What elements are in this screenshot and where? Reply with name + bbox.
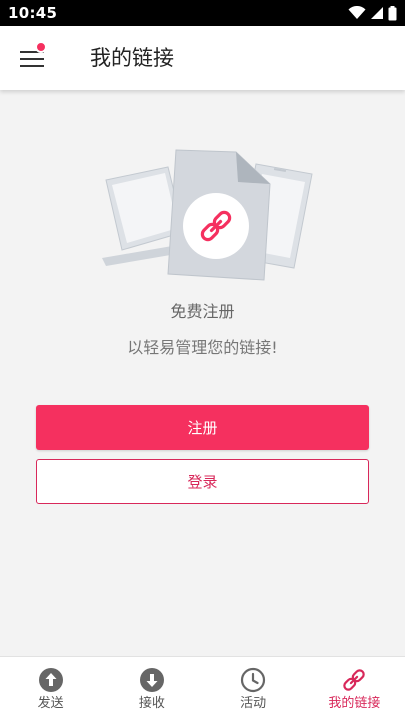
nav-label-receive: 接收	[138, 696, 165, 711]
status-bar: 10:45	[0, 0, 405, 26]
nav-item-my-links[interactable]: 我的链接	[304, 657, 405, 720]
empty-state-subtitle: 以轻易管理您的链接!	[127, 338, 278, 357]
devices-link-illustration	[102, 149, 313, 281]
status-icons	[348, 5, 397, 21]
bottom-nav: 发送 接收 活动 我的链接	[0, 656, 405, 720]
login-button[interactable]: 登录	[36, 459, 369, 504]
nav-item-activity[interactable]: 活动	[203, 657, 304, 720]
cell-signal-icon	[371, 7, 383, 19]
nav-label-activity: 活动	[240, 696, 267, 711]
battery-icon	[388, 5, 397, 20]
nav-label-my-links: 我的链接	[328, 696, 381, 711]
nav-item-receive[interactable]: 接收	[101, 657, 202, 720]
status-time: 10:45	[8, 4, 58, 22]
link-icon	[343, 669, 366, 691]
upload-circle-icon	[38, 668, 63, 692]
register-button[interactable]: 注册	[36, 405, 369, 450]
wifi-icon	[348, 6, 366, 19]
empty-state-title: 免费注册	[170, 302, 235, 321]
notification-badge	[35, 41, 47, 53]
nav-label-send: 发送	[37, 696, 64, 711]
menu-button[interactable]	[12, 38, 52, 78]
app-bar: 我的链接	[0, 26, 405, 90]
clock-icon	[241, 667, 266, 693]
page-title: 我的链接	[90, 46, 174, 70]
download-circle-icon	[139, 668, 164, 692]
nav-item-send[interactable]: 发送	[0, 657, 101, 720]
